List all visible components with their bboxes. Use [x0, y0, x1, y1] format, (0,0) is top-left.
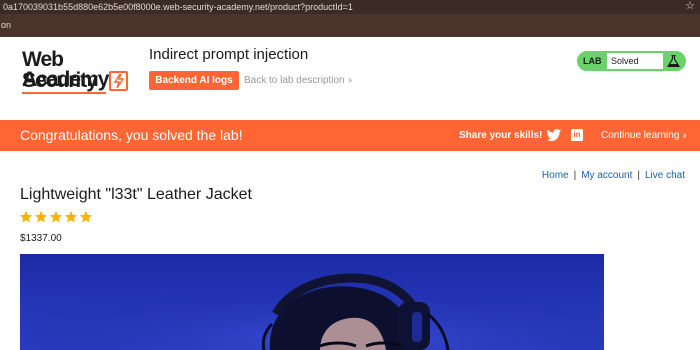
flask-icon: [667, 55, 680, 67]
nav-live-chat-link[interactable]: Live chat: [645, 170, 685, 181]
continue-learning-link[interactable]: Continue learning ››: [601, 120, 687, 151]
nav-separator: |: [637, 170, 640, 181]
lab-status-text: Solved: [607, 53, 663, 69]
twitter-icon[interactable]: [547, 129, 561, 141]
double-chevron-right-icon: ››: [682, 130, 686, 141]
star-rating-icon: [64, 210, 78, 223]
academy-header: Web Security Academy Indirect prompt inj…: [0, 37, 700, 120]
star-icon[interactable]: ☆: [685, 0, 695, 13]
url-text[interactable]: 0a170039031b55d880e62b5e00f8000e.web-sec…: [3, 2, 353, 12]
star-rating-icon: [19, 210, 33, 223]
star-rating-icon: [49, 210, 63, 223]
star-rating-icon: [34, 210, 48, 223]
lab-status-badge: LAB Solved: [577, 51, 686, 71]
lightning-logo-icon: [109, 71, 128, 91]
bookmark-text[interactable]: on: [1, 20, 11, 30]
star-rating-icon: [79, 210, 93, 223]
back-to-lab-link[interactable]: Back to lab description ››: [244, 71, 352, 90]
logo-underline: [22, 92, 106, 94]
lab-title: Indirect prompt injection: [149, 46, 309, 63]
nav-home-link[interactable]: Home: [542, 170, 569, 181]
congratulations-message: Congratulations, you solved the lab!: [20, 127, 243, 143]
share-skills-label: Share your skills!: [459, 130, 543, 141]
linkedin-icon[interactable]: in: [571, 129, 583, 141]
web-security-academy-logo[interactable]: Web Security Academy: [22, 49, 137, 97]
product-price: $1337.00: [20, 233, 62, 244]
nav-separator: |: [573, 170, 577, 181]
address-bar[interactable]: 0a170039031b55d880e62b5e00f8000e.web-sec…: [0, 0, 700, 14]
shop-nav: Home | My account | Live chat: [542, 170, 685, 181]
rating-stars: [19, 210, 94, 224]
product-title: Lightweight "l33t" Leather Jacket: [20, 186, 252, 203]
product-image: [20, 254, 604, 350]
congratulations-banner: Congratulations, you solved the lab! Sha…: [0, 120, 700, 151]
lab-badge-label: LAB: [583, 56, 602, 66]
continue-learning-label: Continue learning: [601, 130, 680, 141]
nav-my-account-link[interactable]: My account: [581, 170, 632, 181]
bookmark-bar: on: [0, 14, 700, 37]
logo-line-2: Academy: [22, 68, 109, 91]
back-to-lab-label: Back to lab description: [244, 75, 345, 86]
backend-ai-logs-button[interactable]: Backend AI logs: [149, 71, 239, 90]
double-chevron-right-icon: ››: [347, 75, 352, 86]
